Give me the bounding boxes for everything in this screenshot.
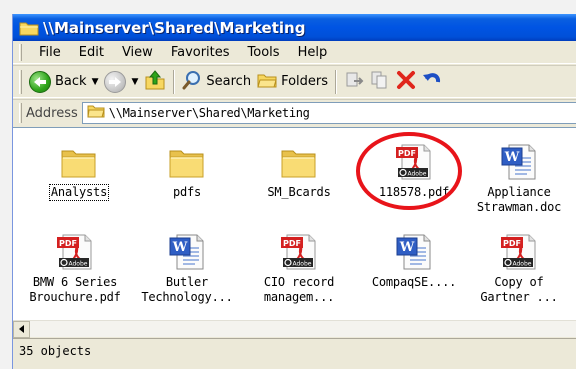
status-bar: 35 objects — [13, 338, 576, 363]
adobe-text: Adobe — [408, 171, 427, 178]
file-item-118578-pdf[interactable]: PDF Adobe 118578.pdf — [366, 142, 462, 200]
file-item-cio-record[interactable]: PDF Adobe CIO record managem... — [251, 232, 347, 305]
up-folder-button[interactable] — [141, 68, 169, 96]
forward-button[interactable]: ▼ — [101, 68, 141, 96]
address-bar: Address \\Mainserver\Shared\Marketing — [13, 99, 576, 126]
file-item-compaqse[interactable]: W CompaqSE.... — [366, 232, 462, 290]
toolbar-handle — [19, 69, 22, 94]
menu-edit[interactable]: Edit — [70, 45, 113, 60]
menu-bar-handle — [19, 43, 22, 61]
title-bar[interactable]: \\Mainserver\Shared\Marketing — [13, 14, 576, 41]
folder-icon — [59, 142, 99, 182]
folder-icon — [19, 20, 39, 36]
pdf-icon: PDF Adobe — [55, 232, 95, 272]
file-name: SM_Bcards — [267, 185, 331, 199]
file-name: Copy of Gartner ... — [480, 275, 558, 304]
file-item-pdfs[interactable]: pdfs — [139, 142, 235, 200]
folder-icon — [167, 142, 207, 182]
copy-to-button[interactable] — [367, 68, 393, 96]
menu-bar: File Edit View Favorites Tools Help — [13, 41, 576, 64]
pdf-badge-text: PDF — [283, 239, 301, 248]
menu-view[interactable]: View — [113, 45, 162, 60]
back-label: Back — [55, 74, 87, 89]
back-dropdown-icon[interactable]: ▼ — [92, 77, 99, 87]
address-bar-handle — [19, 103, 22, 123]
scroll-left-arrow-icon — [18, 325, 24, 333]
undo-button[interactable] — [419, 68, 445, 96]
menu-help[interactable]: Help — [289, 45, 337, 60]
address-input[interactable]: \\Mainserver\Shared\Marketing — [81, 102, 576, 124]
file-name: CompaqSE.... — [371, 275, 457, 289]
search-icon — [182, 70, 202, 94]
screen-background: \\Mainserver\Shared\Marketing File Edit … — [0, 0, 576, 369]
folders-icon — [257, 71, 277, 93]
adobe-text: Adobe — [293, 261, 312, 268]
delete-button[interactable] — [393, 68, 419, 96]
word-document-icon: W — [167, 232, 207, 272]
folders-button[interactable]: Folders — [254, 68, 331, 96]
forward-dropdown-icon[interactable]: ▼ — [131, 77, 138, 87]
pdf-icon: PDF Adobe — [279, 232, 319, 272]
file-item-analysts[interactable]: Analysts — [31, 142, 127, 201]
undo-arrow-icon — [422, 70, 442, 94]
word-letter: W — [172, 240, 188, 255]
pdf-badge-text: PDF — [59, 239, 77, 248]
word-letter: W — [399, 240, 415, 255]
standard-toolbar: Back ▼ ▼ Search Folders — [13, 65, 576, 98]
scroll-left-button[interactable] — [13, 320, 30, 338]
pdf-icon: PDF Adobe — [394, 142, 434, 182]
adobe-text: Adobe — [513, 261, 532, 268]
file-name: 118578.pdf — [378, 185, 450, 199]
menu-tools[interactable]: Tools — [239, 45, 289, 60]
status-text: 35 objects — [19, 344, 92, 358]
forward-arrow-icon — [104, 70, 127, 93]
file-name: CIO record managem... — [263, 275, 335, 304]
copy-to-icon — [370, 70, 390, 94]
delete-x-icon — [396, 70, 416, 94]
address-label: Address — [26, 105, 78, 121]
back-arrow-icon — [29, 70, 51, 93]
explorer-window: \\Mainserver\Shared\Marketing File Edit … — [12, 14, 576, 369]
file-name: pdfs — [172, 185, 202, 199]
file-item-appliance-strawman[interactable]: W Appliance Strawman.doc — [471, 142, 567, 215]
folder-icon — [279, 142, 319, 182]
search-button[interactable]: Search — [179, 68, 254, 96]
window-title: \\Mainserver\Shared\Marketing — [43, 18, 306, 37]
file-item-sm-bcards[interactable]: SM_Bcards — [251, 142, 347, 200]
menu-file[interactable]: File — [30, 45, 70, 60]
file-item-copy-of-gartner[interactable]: PDF Adobe Copy of Gartner ... — [471, 232, 567, 305]
move-to-icon — [344, 70, 364, 94]
address-value: \\Mainserver\Shared\Marketing — [108, 106, 310, 120]
pdf-badge-text: PDF — [398, 149, 416, 158]
up-folder-icon — [144, 69, 166, 95]
file-item-butler-technology[interactable]: W Butler Technology... — [139, 232, 235, 305]
file-name: Analysts — [48, 184, 110, 201]
toolbar-separator — [173, 69, 176, 94]
word-letter: W — [504, 150, 520, 165]
file-item-bmw-brochure[interactable]: PDF Adobe BMW 6 Series Brouchure.pdf — [27, 232, 123, 305]
adobe-text: Adobe — [69, 261, 88, 268]
word-document-icon: W — [394, 232, 434, 272]
move-to-button[interactable] — [341, 68, 367, 96]
back-button[interactable]: Back ▼ — [26, 68, 101, 96]
horizontal-scrollbar[interactable] — [13, 320, 576, 338]
word-document-icon: W — [499, 142, 539, 182]
folder-icon — [87, 104, 105, 122]
search-label: Search — [206, 74, 252, 89]
pdf-icon: PDF Adobe — [499, 232, 539, 272]
folders-label: Folders — [281, 74, 329, 89]
menu-favorites[interactable]: Favorites — [162, 45, 239, 60]
file-name: Appliance Strawman.doc — [476, 185, 562, 214]
file-list: Analysts pdfs SM_Bcards PDF Adobe 118578… — [13, 127, 576, 320]
pdf-badge-text: PDF — [503, 239, 521, 248]
toolbar-separator — [335, 69, 338, 94]
file-name: Butler Technology... — [141, 275, 233, 304]
file-name: BMW 6 Series Brouchure.pdf — [29, 275, 121, 304]
